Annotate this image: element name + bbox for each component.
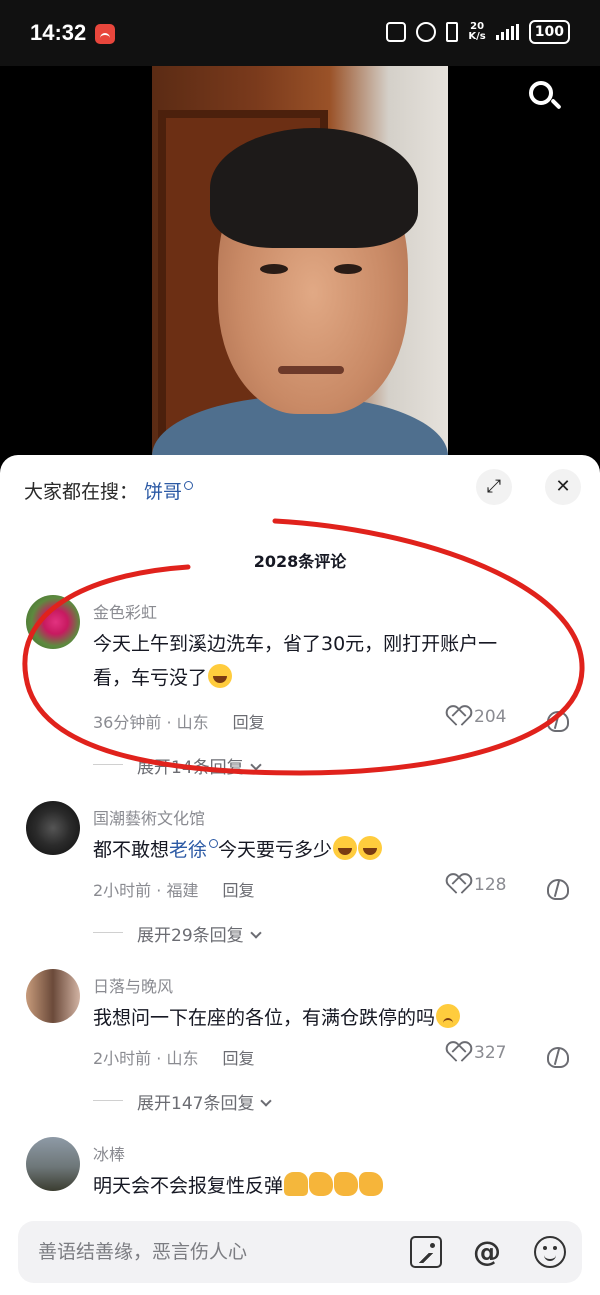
expand-replies-button[interactable]: 展开29条回复 — [93, 921, 262, 946]
dislike-icon[interactable] — [545, 877, 569, 900]
comment-username[interactable]: 国潮藝術文化馆 — [93, 805, 205, 829]
comment-text: 我想问一下在座的各位，有满仓跌停的吗 — [93, 1001, 583, 1035]
thumbs-up-emoji-icon — [334, 1172, 359, 1196]
praying-hands-emoji-icon — [284, 1172, 309, 1196]
chevron-down-icon — [249, 759, 262, 771]
alarm-icon — [416, 22, 437, 42]
avatar[interactable] — [26, 1137, 80, 1191]
comment-text: 明天会不会报复性反弹 — [93, 1169, 583, 1203]
status-bar: 14:32 20 K/s 100 — [0, 0, 600, 66]
comment-input[interactable] — [38, 1237, 378, 1267]
heart-icon — [446, 707, 468, 727]
comment-sheet: 大家都在搜： 饼哥 ⤢ ✕ 2028条评论 金色彩虹 今天上午到溪边洗车，省了30… — [0, 455, 600, 1295]
avatar[interactable] — [26, 969, 80, 1023]
laughing-emoji-icon — [358, 836, 383, 860]
expand-replies-label: 展开29条回复 — [137, 926, 244, 946]
heart-icon — [446, 875, 468, 895]
chevron-down-icon — [260, 1095, 273, 1107]
comment-text: 今天上午到溪边洗车，省了30元，刚打开账户一 看，车亏没了 — [93, 627, 583, 695]
video-person-mouth — [278, 366, 344, 374]
comment-text-part: 明天会不会报复性反弹 — [93, 1175, 284, 1197]
comment-meta: 2小时前 · 山东 回复 — [93, 1045, 254, 1069]
comment-keyword-link[interactable]: 老徐 — [169, 839, 207, 861]
video-person-eye — [260, 264, 288, 274]
expand-replies-button[interactable]: 展开14条回复 — [93, 753, 262, 778]
comment-meta: 2小时前 · 福建 回复 — [93, 877, 254, 901]
comment-time-location: 2小时前 · 福建 — [93, 881, 199, 900]
like-button[interactable]: 204 — [446, 707, 506, 727]
nfc-icon — [386, 22, 407, 42]
network-speed-unit: K/s — [468, 31, 486, 42]
comment-text-part: 今天要亏多少 — [218, 839, 333, 861]
comment-text-line: 今天上午到溪边洗车，省了30元，刚打开账户一 — [93, 633, 498, 655]
comment-meta: 36分钟前 · 山东 回复 — [93, 709, 265, 733]
image-icon[interactable] — [410, 1236, 442, 1268]
vibrate-icon — [446, 22, 459, 42]
search-hint-label: 大家都在搜： — [24, 481, 139, 503]
mention-at-icon[interactable]: @ — [471, 1236, 503, 1268]
like-button[interactable]: 327 — [446, 1043, 506, 1063]
close-icon[interactable]: ✕ — [545, 469, 581, 505]
comment-text: 都不敢想老徐 今天要亏多少 — [93, 833, 583, 867]
comment-time-location: 2小时前 · 山东 — [93, 1049, 199, 1068]
like-count: 327 — [474, 1043, 507, 1063]
chevron-down-icon — [249, 927, 262, 939]
crying-emoji-icon — [436, 1004, 461, 1028]
signal-icon — [495, 24, 519, 40]
comment-count-title: 2028条评论 — [253, 552, 347, 571]
avatar[interactable] — [26, 801, 80, 855]
video-person-eye — [334, 264, 362, 274]
reply-button[interactable]: 回复 — [222, 1049, 254, 1068]
search-suggestion[interactable]: 大家都在搜： 饼哥 — [24, 477, 194, 504]
laughing-emoji-icon — [208, 664, 233, 688]
expand-icon[interactable]: ⤢ — [476, 469, 512, 505]
comment-username[interactable]: 冰棒 — [93, 1141, 125, 1165]
video-player[interactable] — [0, 66, 600, 466]
status-time: 14:32 — [30, 20, 87, 45]
dislike-icon[interactable] — [545, 709, 569, 732]
expand-replies-label: 展开14条回复 — [137, 758, 244, 778]
small-search-icon — [209, 839, 219, 848]
like-count: 204 — [474, 707, 507, 727]
reply-button[interactable]: 回复 — [233, 713, 265, 732]
heart-icon — [446, 1043, 468, 1063]
comment-text-line: 看，车亏没了 — [93, 667, 208, 689]
video-person-hair — [210, 128, 418, 248]
reply-button[interactable]: 回复 — [222, 881, 254, 900]
expand-replies-button[interactable]: 展开147条回复 — [93, 1089, 273, 1114]
like-button[interactable]: 128 — [446, 875, 506, 895]
search-hint-keyword[interactable]: 饼哥 — [144, 481, 182, 503]
thumbs-up-emoji-icon — [309, 1172, 334, 1196]
status-icons: 20 K/s 100 — [386, 20, 570, 44]
notification-badge-icon — [95, 24, 115, 44]
expand-replies-label: 展开147条回复 — [137, 1094, 255, 1114]
small-search-icon — [184, 481, 194, 490]
battery-indicator: 100 — [528, 20, 570, 44]
comment-text-part: 我想问一下在座的各位，有满仓跌停的吗 — [93, 1007, 436, 1029]
comment-username[interactable]: 日落与晚风 — [93, 973, 173, 997]
avatar[interactable] — [26, 595, 80, 649]
comment-time-location: 36分钟前 · 山东 — [93, 713, 209, 732]
comment-text-part: 都不敢想 — [93, 839, 170, 861]
laughing-emoji-icon — [333, 836, 358, 860]
search-icon[interactable] — [526, 78, 564, 116]
emoji-icon[interactable] — [534, 1236, 566, 1268]
thumbs-up-emoji-icon — [359, 1172, 384, 1196]
video-frame — [152, 66, 448, 466]
comment-username[interactable]: 金色彩虹 — [93, 599, 157, 623]
like-count: 128 — [474, 875, 507, 895]
network-speed: 20 K/s — [468, 22, 485, 42]
comment-input-bar: @ — [18, 1221, 582, 1283]
dislike-icon[interactable] — [545, 1045, 569, 1068]
